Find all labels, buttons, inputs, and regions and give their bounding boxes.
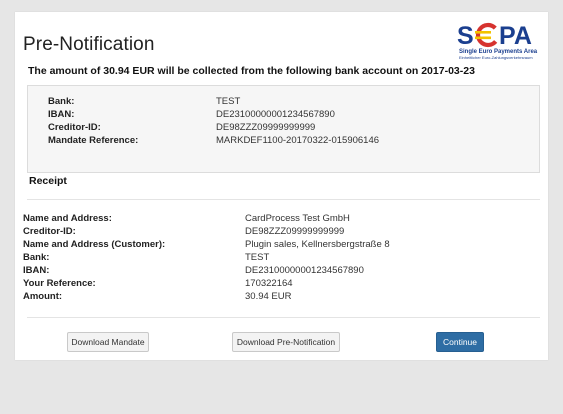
bank-value: TEST [216,96,241,107]
receipt-divider [27,199,540,200]
receipt-row-value: CardProcess Test GmbH [245,213,350,224]
continue-button[interactable]: Continue [436,332,484,352]
receipt-row-label: Name and Address: [23,213,112,224]
sepa-logo-letter-s: S [457,22,474,50]
creditor-id-label: Creditor-ID: [48,122,101,133]
receipt-row-value: Plugin sales, Kellnersbergstraße 8 [245,239,390,250]
receipt-row-label: Your Reference: [23,278,96,289]
download-pre-notification-button[interactable]: Download Pre-Notification [232,332,340,352]
receipt-row-label: Bank: [23,252,50,263]
mandate-reference-value: MARKDEF1100-20170322-015906146 [216,135,380,146]
creditor-id-value: DE98ZZZ09999999999 [216,122,316,133]
iban-value: DE23100000001234567890 [216,109,335,120]
sepa-logo-subtagline: Einheitlicher Euro-Zahlungsverkehrsraum [459,55,533,60]
bank-label: Bank: [48,96,75,107]
receipt-row-label: Amount: [23,291,63,302]
receipt-title: Receipt [29,175,67,187]
actions-divider [27,317,540,318]
iban-label: IBAN: [48,109,75,120]
euro-icon [475,22,501,48]
receipt-row-value: DE98ZZZ09999999999 [245,226,345,237]
receipt-row-value: 30.94 EUR [245,291,292,302]
receipt-row-value: DE23100000001234567890 [245,265,364,276]
receipt-row-label: IBAN: [23,265,50,276]
bank-details-box: Bank: TEST IBAN: DE23100000001234567890 … [27,85,540,173]
receipt-row-label: Name and Address (Customer): [23,239,166,250]
receipt-row-value: 170322164 [245,278,293,289]
sepa-logo: S PA Single Euro Payments Area Einheitli… [457,22,538,60]
pre-notification-card: Pre-Notification S PA Single Euro Paymen… [15,12,548,360]
download-mandate-button[interactable]: Download Mandate [67,332,149,352]
receipt-row-label: Creditor-ID: [23,226,76,237]
mandate-reference-label: Mandate Reference: [48,135,139,146]
page-title: Pre-Notification [23,34,155,55]
collection-notice: The amount of 30.94 EUR will be collecte… [28,65,475,77]
receipt-row-value: TEST [245,252,270,263]
sepa-logo-letters-pa: PA [499,22,532,50]
